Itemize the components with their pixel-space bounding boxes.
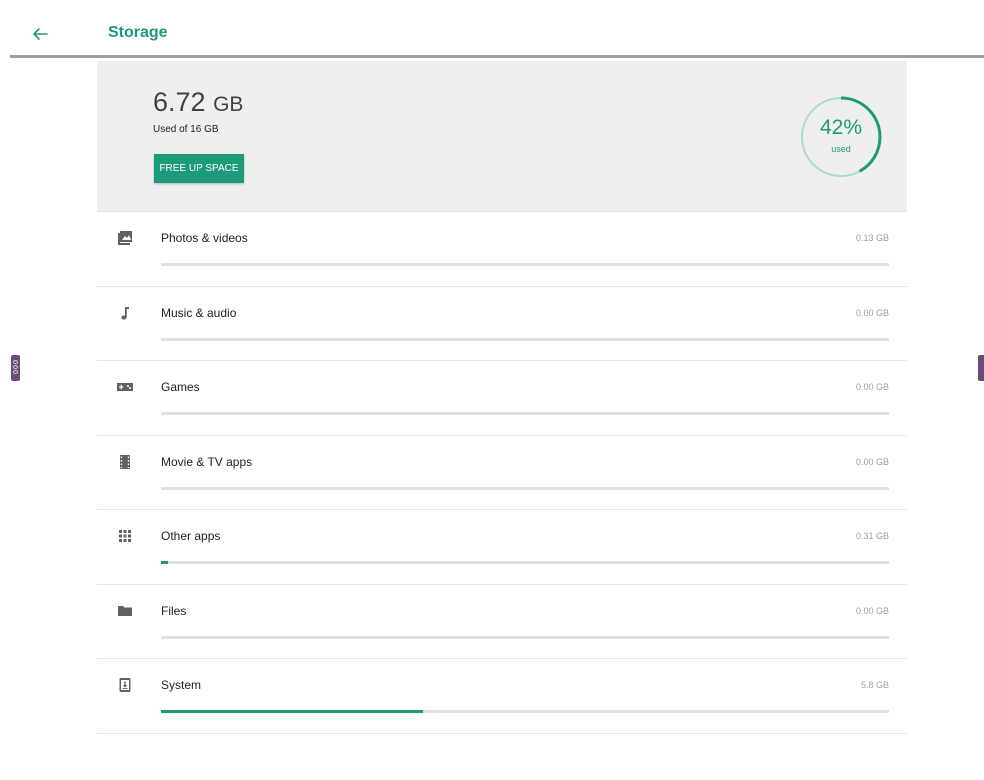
movie-icon [120,454,130,469]
category-size: 0.13 GB [855,233,889,243]
app-bar: Storage [10,10,984,58]
storage-summary: 6.72 GB Used of 16 GB FREE UP SPACE 42% … [97,61,907,212]
folder-icon [118,605,132,616]
category-usage-bar [161,412,889,415]
category-row-files[interactable]: Files 0.00 GB [97,585,907,659]
category-label: Photos & videos [161,231,248,245]
storage-screen: Storage 6.72 GB Used of 16 GB FREE UP SP… [10,10,984,780]
used-value: 6.72 [153,87,206,117]
used-amount: 6.72 GB [153,87,243,118]
handle-dots [13,360,18,375]
arrow-back-icon [33,28,48,40]
category-label: Other apps [161,529,221,543]
category-size: 0.00 GB [855,456,889,467]
category-usage-bar [161,337,889,341]
used-of-total: Used of 16 GB [153,124,219,135]
category-row-photos[interactable]: Photos & videos 0.13 GB [97,212,907,287]
category-row-system[interactable]: System 5.8 GB [97,659,907,734]
system-update-icon [119,678,131,692]
used-unit: GB [213,93,244,116]
category-usage-bar [161,710,889,713]
music-note-icon [121,306,129,319]
category-row-games[interactable]: Games 0.00 GB [97,361,907,436]
category-usage-fill [161,710,424,713]
category-usage-bar [161,486,889,490]
category-size: 0.00 GB [855,382,889,392]
apps-grid-icon [119,530,131,542]
category-label: Movie & TV apps [161,454,253,469]
photo-icon [118,231,132,245]
category-row-music[interactable]: Music & audio 0.00 GB [97,287,907,361]
right-edge-handle[interactable] [978,355,984,381]
usage-percent-caption: used [831,144,851,154]
category-label: Games [161,380,200,394]
category-size: 0.31 GB [855,531,889,541]
usage-percent: 42% [819,116,863,139]
left-edge-handle[interactable] [11,355,20,381]
gamepad-icon [117,383,133,391]
category-usage-bar [161,263,889,266]
category-usage-bar [161,561,889,564]
category-usage-fill [161,561,169,564]
storage-category-list: Photos & videos 0.13 GB Music & audio 0.… [97,212,907,734]
category-row-other-apps[interactable]: Other apps 0.31 GB [97,510,907,585]
category-size: 0.00 GB [855,307,889,318]
free-up-space-button[interactable]: FREE UP SPACE [154,154,244,183]
category-usage-bar [161,635,889,639]
category-label: Music & audio [161,305,237,320]
category-label: System [161,678,202,692]
back-button[interactable] [28,22,52,46]
category-label: Files [161,603,187,618]
page-title: Storage [108,24,168,41]
category-size: 0.00 GB [855,605,889,616]
category-row-movies[interactable]: Movie & TV apps 0.00 GB [97,436,907,510]
category-size: 5.8 GB [860,680,889,690]
